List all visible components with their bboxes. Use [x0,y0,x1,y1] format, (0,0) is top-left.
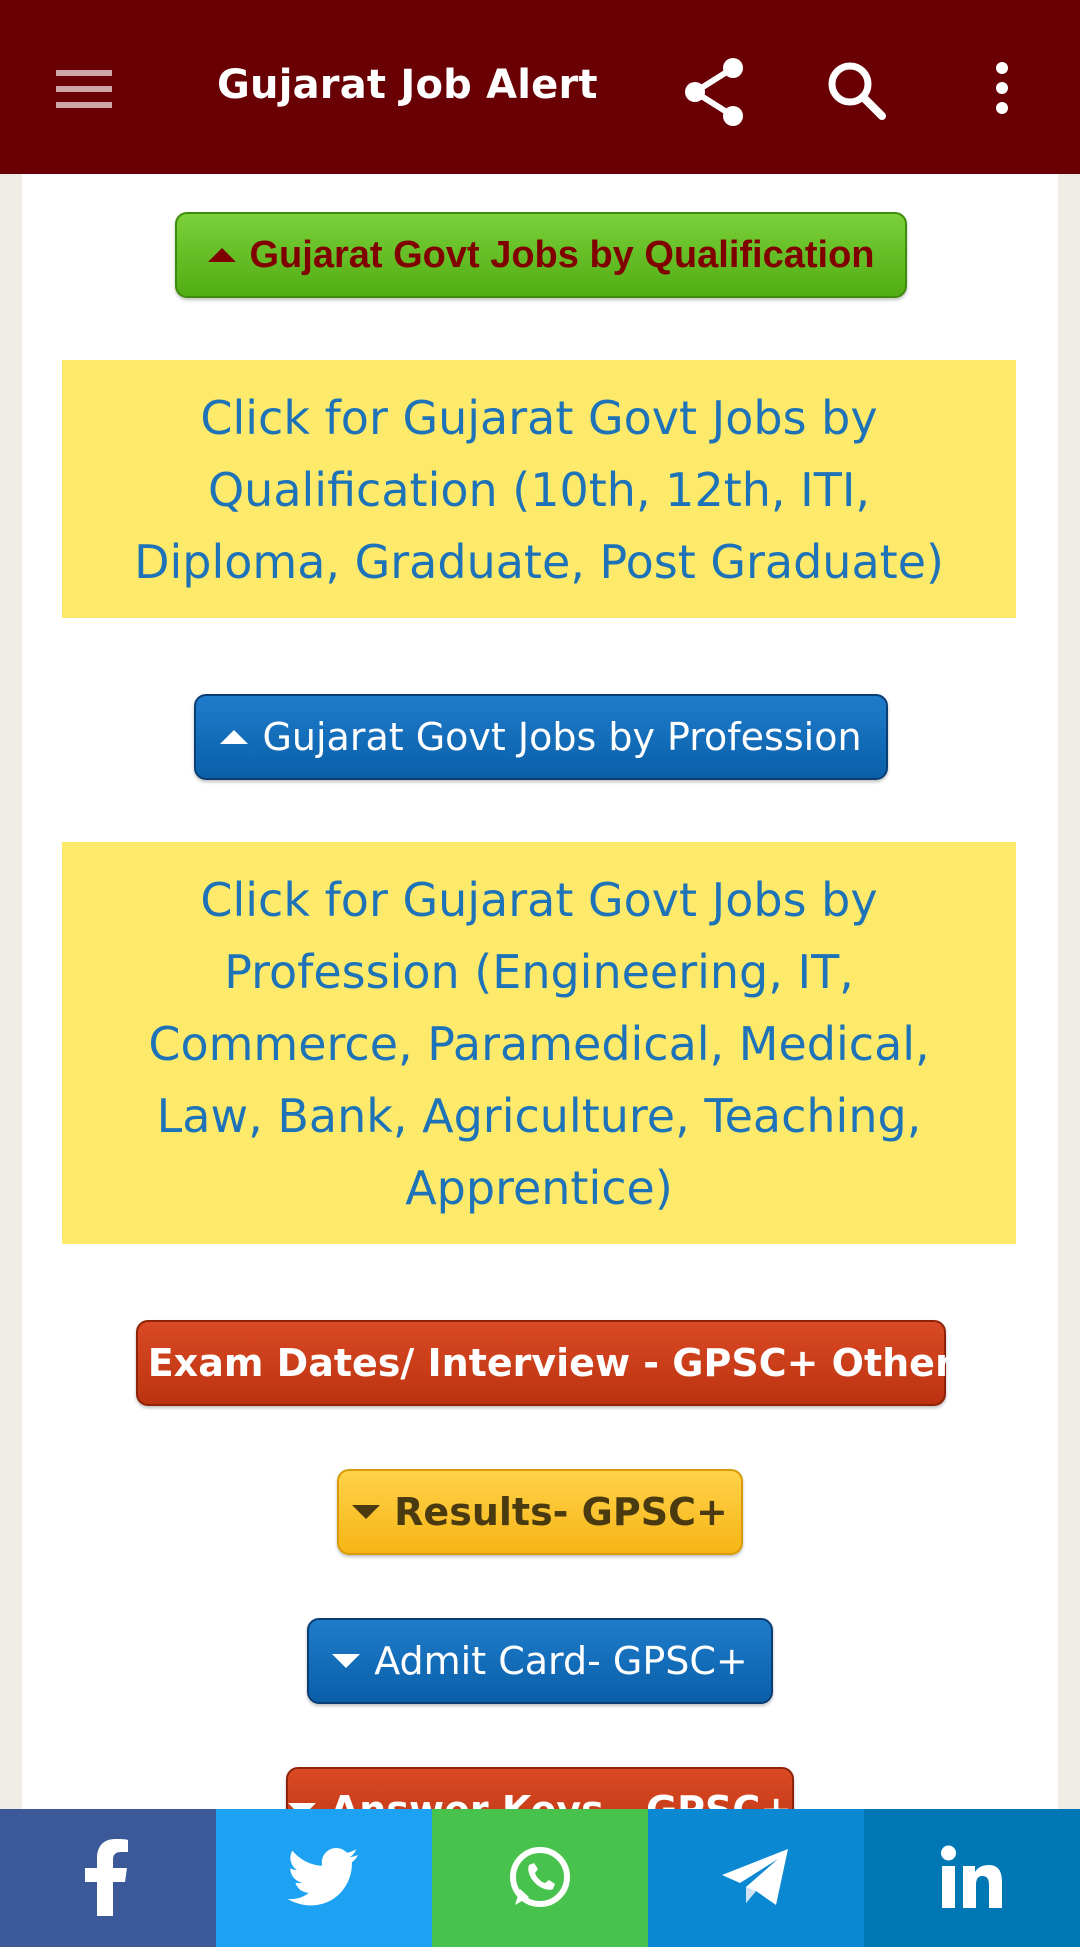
whatsapp-icon [510,1847,570,1907]
twitter-share-button[interactable] [216,1809,432,1947]
profession-button-label: Gujarat Govt Jobs by Profession [262,715,862,759]
twitter-icon [288,1848,358,1906]
profession-note-text: Click for Gujarat Govt Jobs by Professio… [148,873,930,1215]
telegram-icon [722,1849,788,1905]
app-bar: Gujarat Job Alert [0,0,1080,174]
results-toggle-button[interactable]: Results- GPSC+ [337,1469,743,1555]
qualification-note[interactable]: Click for Gujarat Govt Jobs by Qualifica… [62,360,1016,618]
telegram-share-button[interactable] [648,1809,864,1947]
linkedin-icon [941,1845,1002,1908]
profession-note[interactable]: Click for Gujarat Govt Jobs by Professio… [62,842,1016,1244]
profession-toggle-button[interactable]: Gujarat Govt Jobs by Profession [194,694,888,780]
answer-keys-toggle-button[interactable]: Answer Keys - GPSC+ [286,1767,794,1809]
menu-icon[interactable] [46,50,126,130]
main-content: Gujarat Govt Jobs by Qualification Click… [22,174,1058,1809]
share-icon[interactable] [673,50,753,130]
triangle-down-icon [332,1654,361,1668]
search-icon[interactable] [818,50,898,130]
admit-card-toggle-button[interactable]: Admit Card- GPSC+ [307,1618,773,1704]
qualification-note-text: Click for Gujarat Govt Jobs by Qualifica… [134,391,944,589]
facebook-icon [85,1839,128,1916]
admit-card-button-label: Admit Card- GPSC+ [374,1639,748,1683]
facebook-share-button[interactable] [0,1809,216,1947]
app-title: Gujarat Job Alert [217,62,598,108]
exam-dates-button-label: Exam Dates/ Interview - GPSC+ Others [147,1341,977,1385]
qualification-button-label: Gujarat Govt Jobs by Qualification [249,233,875,276]
triangle-up-icon [220,730,249,744]
qualification-toggle-button[interactable]: Gujarat Govt Jobs by Qualification [175,212,907,298]
linkedin-share-button[interactable] [864,1809,1080,1947]
share-bar [0,1809,1080,1947]
more-vert-icon[interactable] [962,50,1042,130]
results-button-label: Results- GPSC+ [394,1490,728,1534]
answer-keys-button-label: Answer Keys - GPSC+ [330,1788,792,1809]
whatsapp-share-button[interactable] [432,1809,648,1947]
exam-dates-toggle-button[interactable]: Exam Dates/ Interview - GPSC+ Others [105,1320,976,1406]
triangle-down-icon [352,1505,381,1519]
triangle-up-icon [207,248,236,262]
triangle-down-icon [105,1356,134,1370]
